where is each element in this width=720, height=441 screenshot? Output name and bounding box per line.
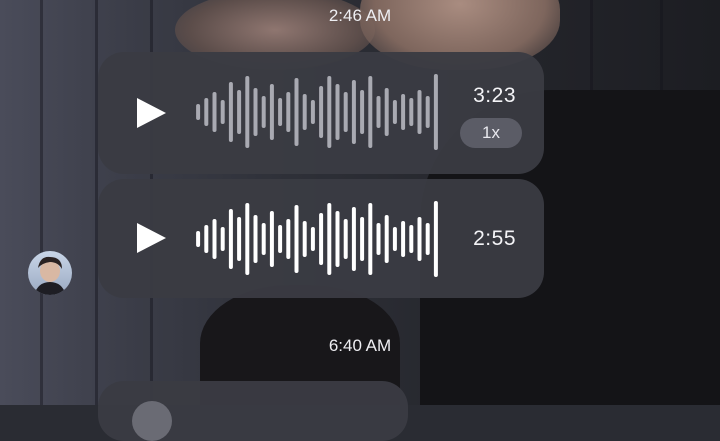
waveform-bar	[327, 203, 332, 275]
waveform-bar	[302, 221, 307, 257]
waveform-bar	[245, 76, 250, 148]
playback-speed-button[interactable]: 1x	[460, 118, 522, 148]
waveform-bar	[294, 78, 299, 146]
waveform-bar	[310, 100, 315, 124]
play-icon[interactable]	[134, 96, 168, 130]
waveform-bar	[286, 92, 291, 132]
waveform-bar	[425, 223, 430, 255]
waveform-bar	[237, 90, 242, 134]
message-timestamp: 6:40 AM	[328, 336, 392, 355]
waveform-bar	[278, 98, 283, 126]
play-button-partial[interactable]	[132, 401, 172, 441]
voice-message-bubble-partial[interactable]	[98, 381, 408, 441]
waveform-bar	[212, 92, 217, 132]
waveform-bar	[261, 223, 266, 255]
voice-message-bubble[interactable]: 2:55	[98, 179, 544, 298]
waveform-bar	[392, 100, 397, 124]
waveform-bar	[401, 221, 406, 257]
waveform-bar	[327, 76, 332, 148]
voice-duration: 3:23	[473, 84, 516, 107]
waveform-bar	[220, 227, 225, 251]
waveform-bar	[294, 205, 299, 273]
waveform-bar	[261, 96, 266, 128]
waveform-bar	[220, 100, 225, 124]
waveform-bar	[368, 203, 373, 275]
waveform-bar	[204, 98, 209, 126]
waveform-bar	[228, 209, 233, 269]
waveform-bar	[335, 211, 340, 267]
waveform-bar	[204, 225, 209, 253]
waveform-bar	[286, 219, 291, 259]
waveform-bar	[360, 90, 365, 134]
waveform-bar	[310, 227, 315, 251]
waveform-bar	[269, 211, 274, 267]
waveform-bar	[351, 207, 356, 271]
waveform-bar	[343, 219, 348, 259]
waveform-bar	[196, 231, 201, 247]
waveform-bar	[384, 88, 389, 136]
contact-avatar[interactable]	[28, 251, 72, 295]
waveform-bar	[278, 225, 283, 253]
waveform-bar	[196, 104, 201, 120]
waveform-bar	[409, 98, 414, 126]
waveform-bar	[392, 227, 397, 251]
waveform-bar	[384, 215, 389, 263]
waveform-bar	[343, 92, 348, 132]
waveform-bar	[212, 219, 217, 259]
waveform-bar	[245, 203, 250, 275]
waveform-bar	[376, 223, 381, 255]
waveform-bar	[433, 74, 438, 150]
audio-waveform[interactable]	[194, 194, 440, 284]
waveform-bar	[417, 90, 422, 134]
waveform-bar	[409, 225, 414, 253]
waveform-bar	[319, 86, 324, 138]
waveform-bar	[401, 94, 406, 130]
waveform-bar	[228, 82, 233, 142]
waveform-bar	[368, 76, 373, 148]
waveform-bar	[253, 215, 258, 263]
waveform-bar	[319, 213, 324, 265]
voice-message-bubble[interactable]: 3:23 1x	[98, 52, 544, 174]
play-icon[interactable]	[134, 221, 168, 255]
waveform-bar	[433, 201, 438, 277]
waveform-bar	[269, 84, 274, 140]
waveform-bar	[253, 88, 258, 136]
waveform-bar	[302, 94, 307, 130]
waveform-bar	[335, 84, 340, 140]
waveform-bar	[425, 96, 430, 128]
waveform-bar	[237, 217, 242, 261]
message-timestamp: 2:46 AM	[328, 6, 392, 25]
waveform-bar	[376, 96, 381, 128]
waveform-bar	[360, 217, 365, 261]
voice-duration: 2:55	[473, 227, 516, 250]
waveform-bar	[417, 217, 422, 261]
waveform-bar	[351, 80, 356, 144]
audio-waveform[interactable]	[194, 67, 440, 157]
